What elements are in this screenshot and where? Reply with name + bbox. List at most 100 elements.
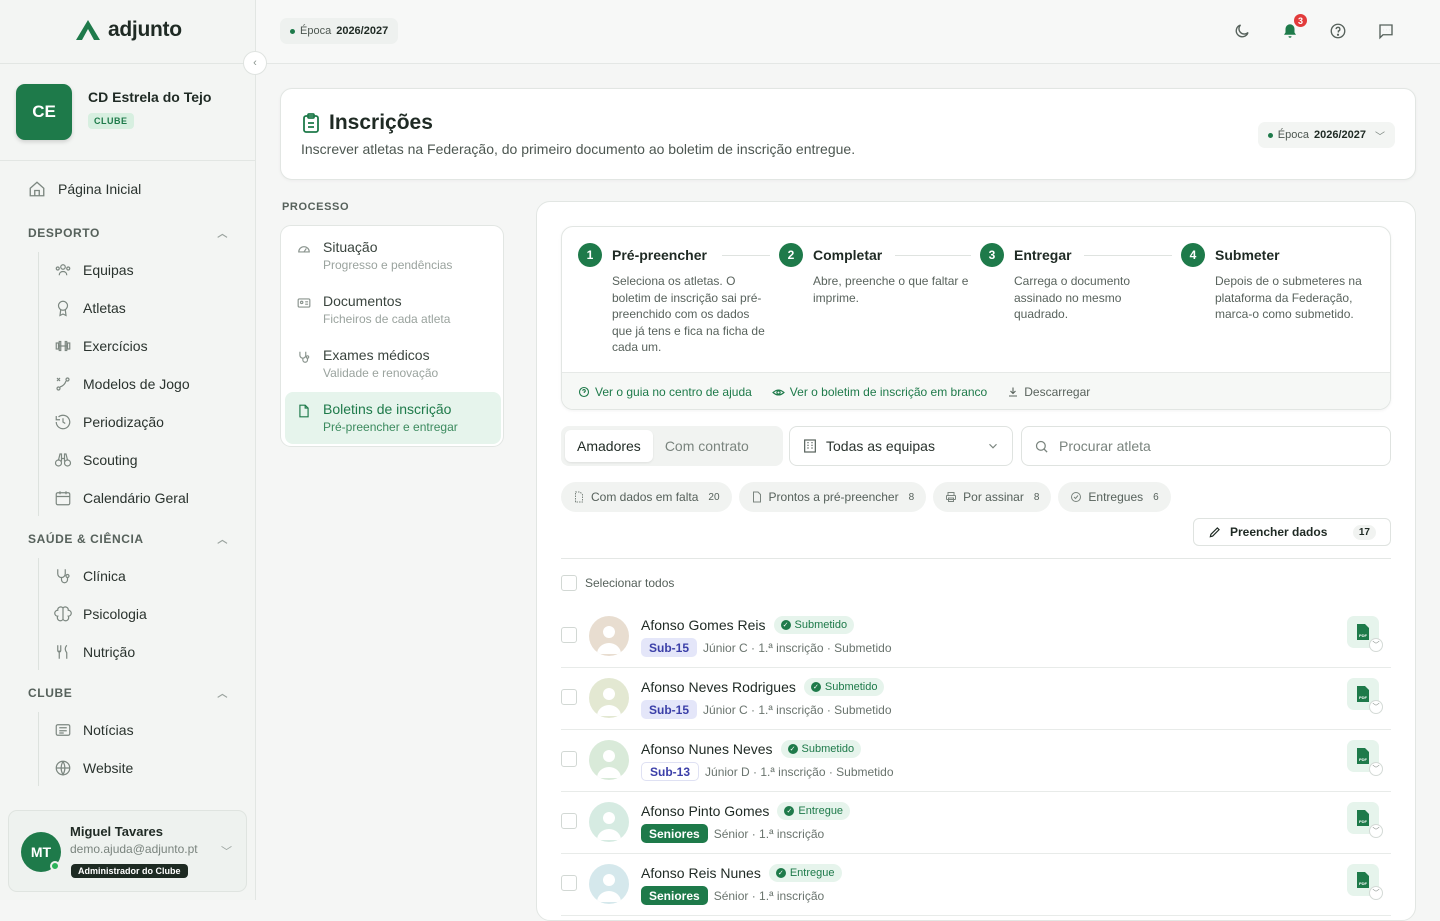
season-selector[interactable]: Época 2026/2027 bbox=[280, 18, 399, 44]
pdf-file-icon bbox=[752, 491, 761, 503]
nav-item-calendario-geral[interactable]: Calendário Geral bbox=[54, 489, 189, 507]
nav-item-exercicios[interactable]: Exercícios bbox=[54, 337, 148, 355]
athlete-row[interactable]: Afonso Reis Nunes ✓ Entregue Seniores Sénior… bbox=[561, 854, 1391, 916]
tab-amadores[interactable]: Amadores bbox=[565, 430, 653, 462]
status-badge: ✓ Submetido bbox=[773, 616, 855, 634]
process-item-exames-medicos[interactable]: Exames médicos Validade e renovação bbox=[285, 338, 501, 390]
clipboard-icon bbox=[303, 113, 319, 133]
tab-com-contrato[interactable]: Com contrato bbox=[653, 430, 761, 462]
theme-toggle-button[interactable] bbox=[1231, 20, 1253, 42]
person-placeholder-icon bbox=[597, 812, 621, 840]
fill-data-button[interactable]: Preencher dados 17 bbox=[1193, 518, 1391, 546]
chevron-left-icon: ‹ bbox=[253, 57, 257, 69]
chevron-up-icon: ︿ bbox=[217, 535, 228, 546]
link-label: Descarregar bbox=[1024, 385, 1091, 399]
athlete-name[interactable]: Afonso Nunes Neves bbox=[641, 741, 773, 757]
avatar bbox=[589, 678, 629, 718]
level-badge: Sub-15 bbox=[641, 700, 698, 719]
chevron-down-icon: ﹀ bbox=[1369, 700, 1383, 714]
nav-item-website[interactable]: Website bbox=[54, 759, 133, 777]
nav-section-saude[interactable]: SAÚDE & CIÊNCIA ︿ bbox=[28, 531, 228, 547]
filter-chip-entregues[interactable]: Entregues 6 bbox=[1058, 482, 1171, 512]
download-link[interactable]: Descarregar bbox=[1007, 385, 1090, 399]
row-checkbox[interactable] bbox=[561, 689, 577, 705]
nav-item-equipas[interactable]: Equipas bbox=[54, 261, 134, 279]
stethoscope-icon bbox=[57, 569, 70, 584]
row-checkbox[interactable] bbox=[561, 627, 577, 643]
nav-section-clube[interactable]: CLUBE ︿ bbox=[28, 685, 228, 701]
svg-text:PDF: PDF bbox=[1359, 695, 1368, 700]
search-input[interactable] bbox=[1059, 438, 1359, 454]
nav-item-nutricao[interactable]: Nutrição bbox=[54, 643, 135, 661]
step-number: 3 bbox=[980, 243, 1004, 267]
nav-item-scouting[interactable]: Scouting bbox=[54, 451, 137, 469]
athlete-row[interactable]: Afonso Pinto Gomes ✓ Entregue Seniores Sénio… bbox=[561, 792, 1391, 854]
filter-chip-por-assinar[interactable]: Por assinar 8 bbox=[933, 482, 1052, 512]
process-item-boletins[interactable]: Boletins de inscrição Pré-preencher e en… bbox=[285, 392, 501, 444]
svg-text:PDF: PDF bbox=[1359, 633, 1368, 638]
athlete-name[interactable]: Afonso Pinto Gomes bbox=[641, 803, 769, 819]
brand-logo[interactable]: adjunto bbox=[74, 18, 182, 42]
step-title: Entregar bbox=[1014, 247, 1072, 263]
pdf-menu-button[interactable]: PDF ﹀ bbox=[1347, 864, 1383, 900]
nav-item-clinica[interactable]: Clínica bbox=[54, 567, 126, 585]
step-description: Depois de o submeteres na plataforma da … bbox=[1215, 274, 1362, 321]
avatar bbox=[589, 802, 629, 842]
nav-item-periodizacao[interactable]: Periodização bbox=[54, 413, 164, 431]
pdf-menu-button[interactable]: PDF ﹀ bbox=[1347, 740, 1383, 776]
process-item-documentos[interactable]: Documentos Ficheiros de cada atleta bbox=[285, 284, 501, 336]
page-subtitle: Inscrever atletas na Federação, do prime… bbox=[301, 141, 856, 157]
process-item-situacao[interactable]: Situação Progresso e pendências bbox=[285, 230, 501, 282]
nav-label: Atletas bbox=[83, 300, 126, 316]
athlete-name[interactable]: Afonso Reis Nunes bbox=[641, 865, 761, 881]
select-all[interactable]: Selecionar todos bbox=[561, 575, 674, 591]
team-filter-select[interactable]: Todas as equipas bbox=[789, 426, 1013, 466]
athlete-row[interactable]: Afonso Neves Rodrigues ✓ Submetido Sub-15 Jú… bbox=[561, 668, 1391, 730]
process-item-subtitle: Ficheiros de cada atleta bbox=[323, 312, 451, 326]
nav-section-desporto[interactable]: DESPORTO ︿ bbox=[28, 225, 228, 241]
chevron-up-icon: ︿ bbox=[217, 689, 228, 700]
pdf-menu-button[interactable]: PDF ﹀ bbox=[1347, 802, 1383, 838]
nav-item-modelos-de-jogo[interactable]: Modelos de Jogo bbox=[54, 375, 190, 393]
help-button[interactable] bbox=[1327, 20, 1349, 42]
season-value: 2026/2027 bbox=[336, 25, 389, 37]
help-guide-link[interactable]: Ver o guia no centro de ajuda bbox=[578, 385, 752, 399]
nav-item-psicologia[interactable]: Psicologia bbox=[54, 605, 147, 623]
club-switcher[interactable]: CE CD Estrela do Tejo CLUBE bbox=[16, 84, 211, 140]
filter-chip-dados-em-falta[interactable]: Com dados em falta 20 bbox=[561, 482, 732, 512]
pdf-menu-button[interactable]: PDF ﹀ bbox=[1347, 616, 1383, 652]
team-icon bbox=[55, 264, 71, 276]
row-checkbox[interactable] bbox=[561, 813, 577, 829]
collapse-sidebar-button[interactable]: ‹ bbox=[243, 51, 267, 75]
chip-count: 20 bbox=[708, 491, 720, 503]
season-selector[interactable]: Época 2026/2027 ﹀ bbox=[1257, 122, 1395, 148]
chevron-down-icon bbox=[989, 443, 997, 449]
page-header: Inscrições Inscrever atletas na Federaçã… bbox=[280, 88, 1416, 180]
chevron-down-icon: ﹀ bbox=[1369, 638, 1383, 652]
id-card-icon bbox=[297, 298, 311, 308]
nav-item-atletas[interactable]: Atletas bbox=[54, 299, 126, 317]
user-menu[interactable]: MT Miguel Tavares demo.ajuda@adjunto.pt … bbox=[8, 810, 247, 892]
globe-icon bbox=[55, 760, 71, 776]
athlete-row[interactable]: Afonso Gomes Reis ✓ Submetido Sub-15 Júnior … bbox=[561, 606, 1391, 668]
view-blank-form-link[interactable]: Ver o boletim de inscrição em branco bbox=[771, 385, 987, 399]
row-checkbox[interactable] bbox=[561, 751, 577, 767]
nav-label: Scouting bbox=[83, 452, 138, 468]
section-title: DESPORTO bbox=[28, 225, 100, 240]
row-checkbox[interactable] bbox=[561, 875, 577, 891]
pdf-menu-button[interactable]: PDF ﹀ bbox=[1347, 678, 1383, 714]
filter-chip-prontos[interactable]: Prontos a pré-preencher 8 bbox=[738, 482, 927, 512]
help-circle-icon bbox=[578, 386, 590, 398]
chip-label: Com dados em falta bbox=[591, 490, 699, 504]
nav-label: Exercícios bbox=[83, 338, 148, 354]
athlete-row[interactable]: Afonso Nunes Neves ✓ Submetido Sub-13 Júnior… bbox=[561, 730, 1391, 792]
select-all-checkbox[interactable] bbox=[561, 575, 577, 591]
feedback-button[interactable] bbox=[1375, 20, 1397, 42]
athlete-meta: Júnior C · 1.ª inscrição · Submetido bbox=[703, 702, 892, 717]
nav-item-noticias[interactable]: Notícias bbox=[54, 721, 134, 739]
nav-home[interactable]: Página Inicial bbox=[28, 180, 141, 198]
athlete-name[interactable]: Afonso Neves Rodrigues bbox=[641, 679, 796, 695]
divider bbox=[561, 558, 1391, 559]
athlete-name[interactable]: Afonso Gomes Reis bbox=[641, 617, 766, 633]
step-connector bbox=[895, 255, 971, 256]
